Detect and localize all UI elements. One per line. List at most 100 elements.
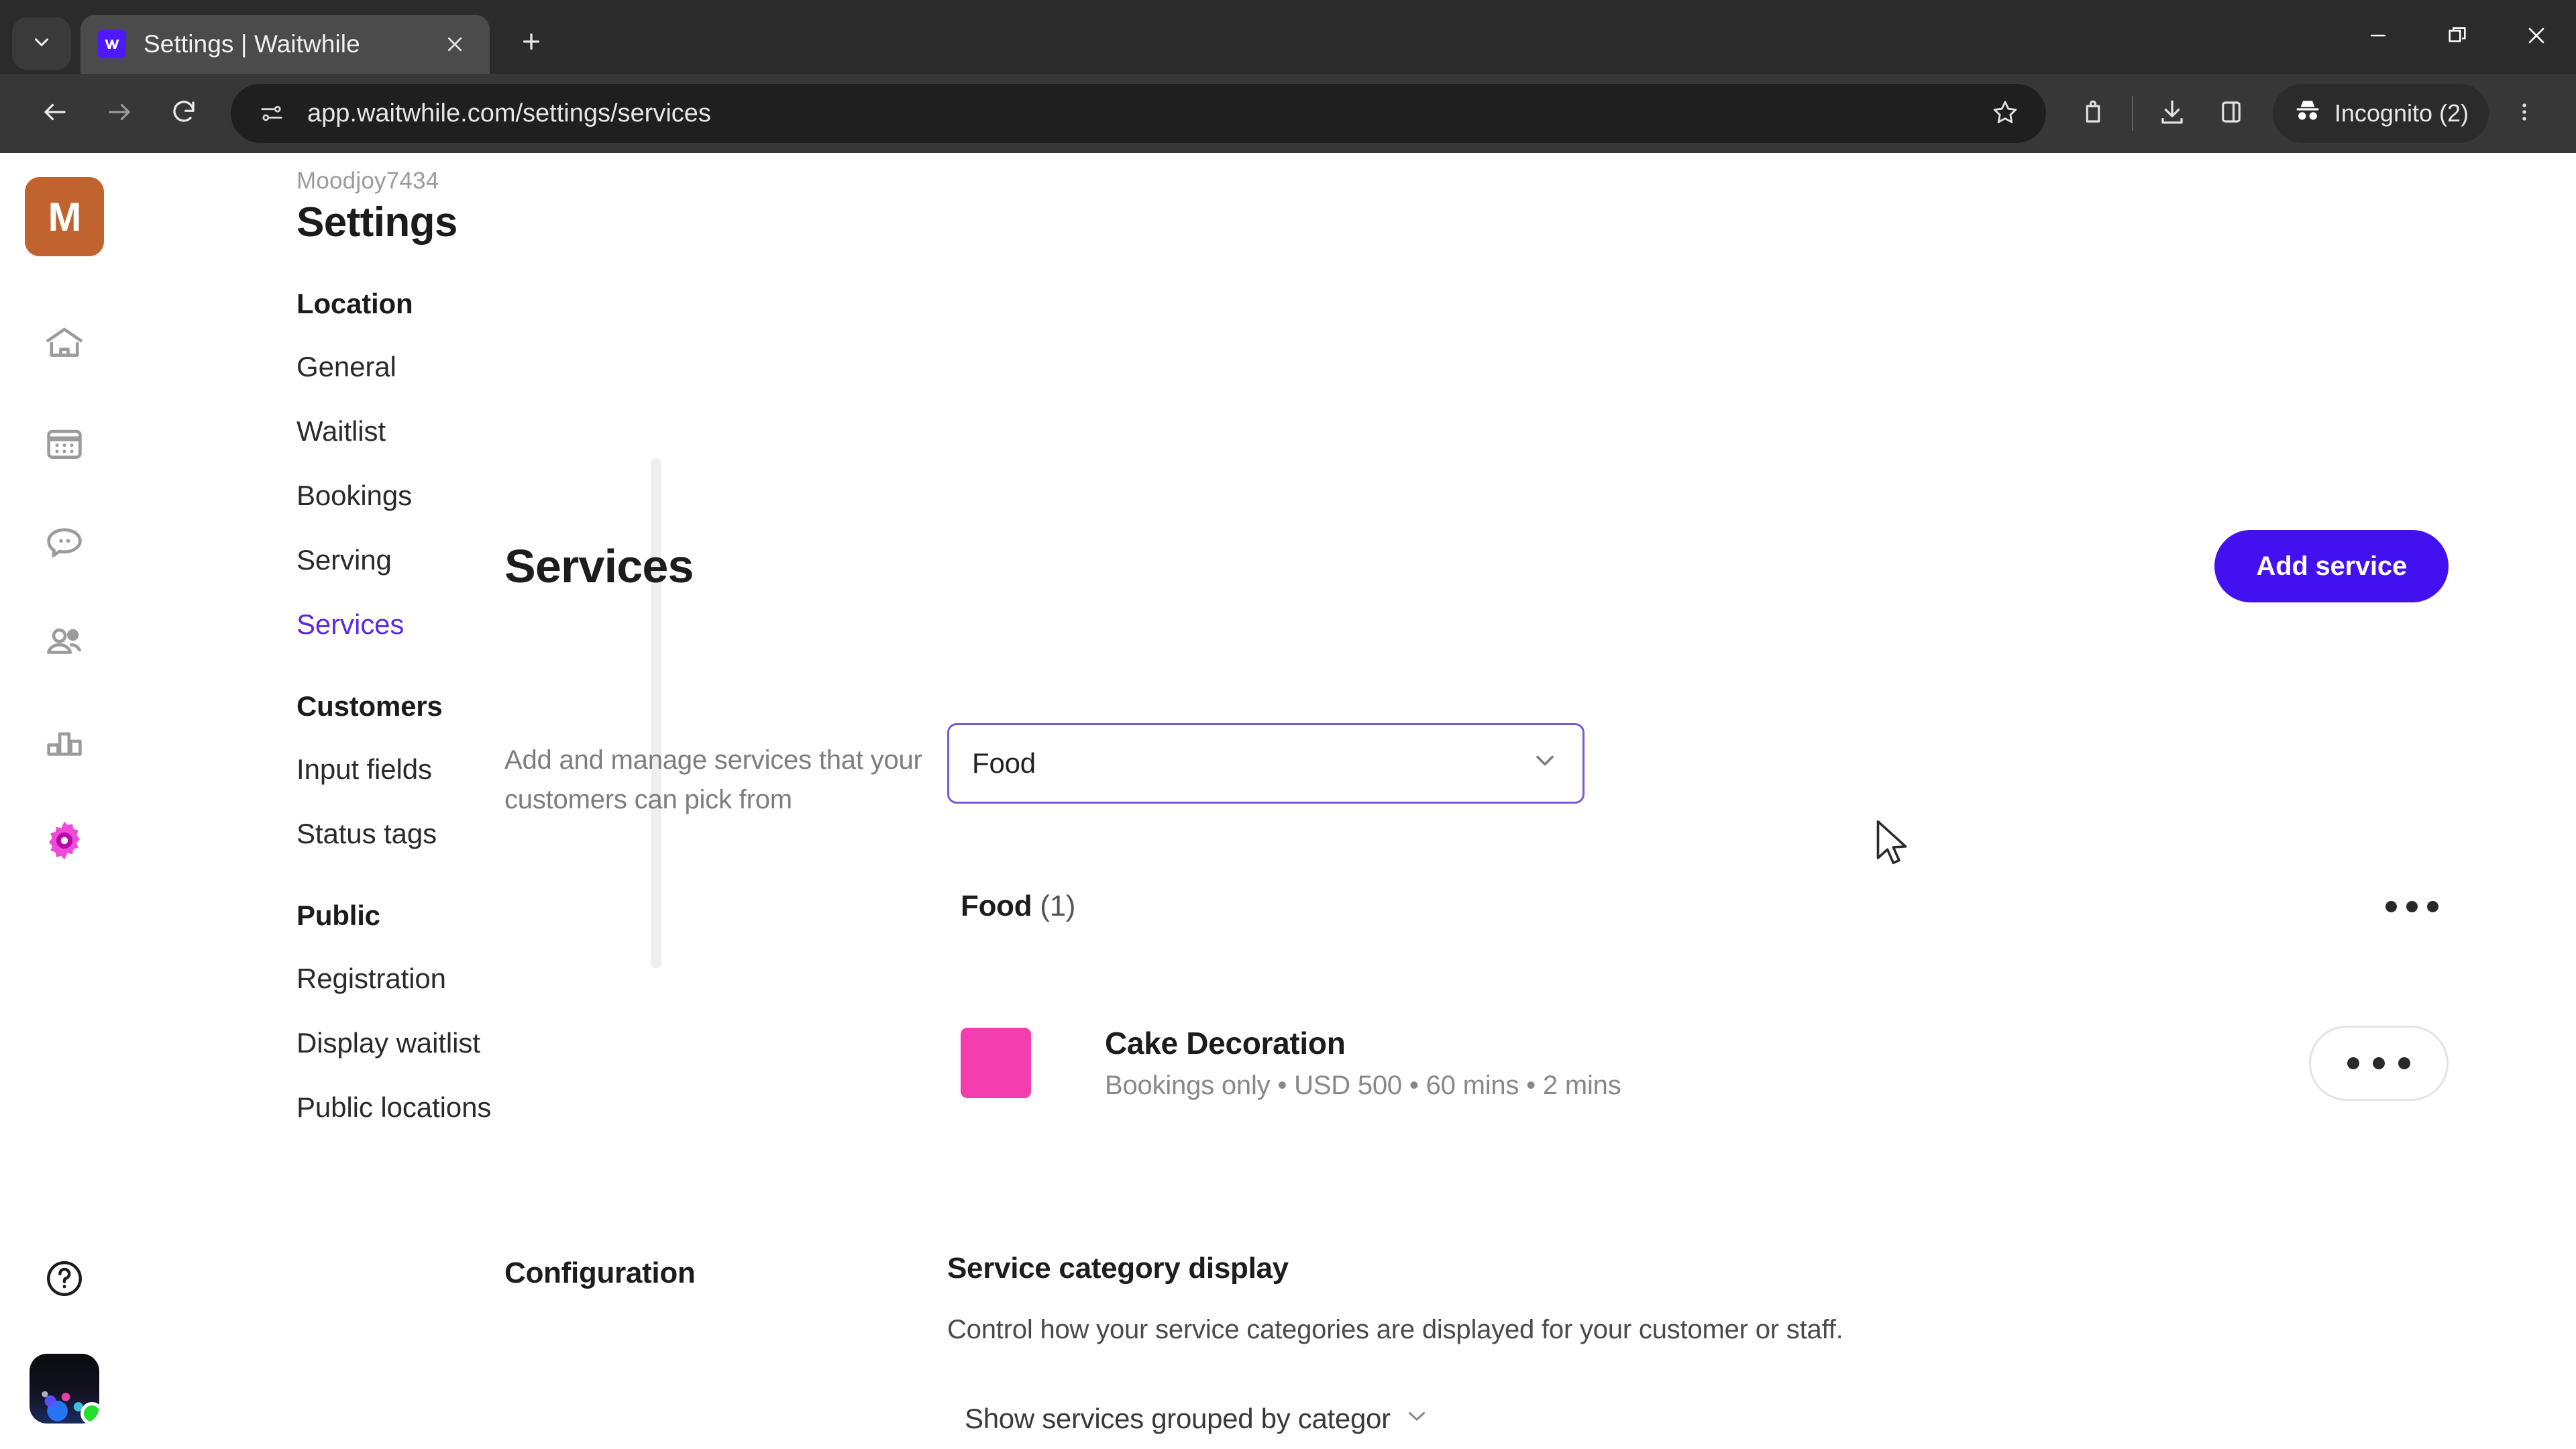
service-category-display-value: Show services grouped by categor (965, 1403, 1391, 1434)
sidebar-item-waitlist[interactable]: Waitlist (297, 415, 386, 447)
main-content: Services Add service Add and manage serv… (504, 153, 2576, 1449)
service-color-swatch (961, 1028, 1031, 1098)
help-button[interactable] (32, 1248, 97, 1312)
toolbar-divider (2131, 96, 2133, 131)
services-heading: Services (504, 540, 694, 592)
avatar[interactable] (30, 1354, 99, 1424)
tab-search-button[interactable] (12, 17, 71, 70)
rail-item-messages[interactable] (28, 507, 101, 581)
service-item-text: Cake Decoration Bookings only • USD 500 … (1105, 1025, 1621, 1101)
bookmark-button[interactable] (1983, 91, 2027, 136)
reload-icon (170, 98, 198, 129)
browser-window: Settings | Waitwhile app.waitwhile.com/s… (0, 0, 2576, 1449)
rail-item-home[interactable] (28, 309, 101, 382)
chevron-down-icon (1530, 745, 1560, 782)
settings-nav-list: Location General Waitlist Bookings Servi… (129, 288, 504, 1449)
settings-nav-header: Moodjoy7434 Settings (0, 168, 504, 246)
reload-button[interactable] (152, 81, 216, 146)
chevron-down-icon (30, 31, 53, 57)
browser-toolbar: app.waitwhile.com/settings/services Inco… (0, 74, 2576, 153)
page-title: Settings (297, 199, 458, 246)
configuration-title: Service category display (947, 1252, 1289, 1285)
rail-item-customers[interactable] (28, 606, 101, 680)
url-text: app.waitwhile.com/settings/services (307, 99, 711, 127)
service-name: Cake Decoration (1105, 1026, 1346, 1061)
star-icon (1992, 99, 2019, 129)
profile-chip[interactable]: Incognito (2) (2272, 84, 2489, 143)
browser-menu-button[interactable] (2496, 84, 2553, 143)
three-dot-menu-icon (2513, 101, 2536, 127)
rail-item-calendar[interactable] (28, 408, 101, 482)
sidebar-item-serving[interactable]: Serving (297, 544, 392, 576)
maximize-icon (2446, 24, 2469, 50)
service-meta: Bookings only • USD 500 • 60 mins • 2 mi… (1105, 1071, 1621, 1100)
nav-group-customers: Customers (297, 690, 443, 722)
incognito-icon (2293, 96, 2334, 131)
minimize-button[interactable] (2339, 0, 2418, 74)
sidebar-item-general[interactable]: General (297, 351, 396, 383)
configuration-body: Service category display Control how you… (947, 1252, 2449, 1449)
mouse-cursor (1874, 819, 1912, 867)
sidebar-item-bookings[interactable]: Bookings (297, 480, 412, 512)
sidebar-item-services[interactable]: Services (297, 608, 404, 641)
category-menu-button[interactable] (2375, 883, 2449, 930)
address-bar[interactable]: app.waitwhile.com/settings/services (231, 84, 2046, 143)
left-rail: M (0, 153, 129, 1449)
settings-nav: Moodjoy7434 Settings Location General Wa… (129, 153, 661, 1449)
forward-arrow-icon (105, 98, 133, 129)
nav-group-location: Location (297, 288, 413, 319)
rail-item-analytics[interactable] (28, 706, 101, 780)
sidebar-item-status-tags[interactable]: Status tags (297, 818, 437, 850)
service-menu-button[interactable] (2309, 1025, 2449, 1101)
site-settings-icon[interactable] (254, 95, 290, 131)
window-close-button[interactable] (2497, 0, 2576, 74)
nav-group-public: Public (297, 900, 380, 931)
chevron-down-icon (1391, 1401, 1431, 1436)
extensions-button[interactable] (2063, 84, 2123, 143)
forward-button[interactable] (87, 81, 152, 146)
category-group-row: Food (1) (961, 883, 2449, 930)
three-dot-menu-icon (2347, 1057, 2359, 1069)
category-group-name: Food (1) (961, 890, 1075, 923)
browser-titlebar: Settings | Waitwhile (0, 0, 2576, 74)
service-item-left: Cake Decoration Bookings only • USD 500 … (961, 1025, 1621, 1101)
app-body: M Moodjoy7434 Settings Location General … (0, 153, 2576, 1449)
service-list-item[interactable]: Cake Decoration Bookings only • USD 500 … (961, 1025, 2449, 1101)
side-panel-button[interactable] (2202, 84, 2261, 143)
category-select[interactable]: Food (947, 723, 1585, 804)
home-icon (42, 322, 87, 370)
sidebar-item-public-locations[interactable]: Public locations (297, 1091, 491, 1124)
configuration-description: Control how your service categories are … (947, 1315, 1843, 1344)
profile-label: Incognito (2) (2334, 99, 2469, 127)
side-panel-icon (2217, 98, 2245, 129)
browser-tab[interactable]: Settings | Waitwhile (80, 15, 490, 74)
window-close-icon (2525, 24, 2548, 50)
back-button[interactable] (23, 81, 87, 146)
window-controls (2339, 0, 2576, 74)
gear-icon (42, 818, 87, 866)
new-tab-button[interactable] (506, 17, 557, 68)
sidebar-item-input-fields[interactable]: Input fields (297, 753, 432, 786)
org-name: Moodjoy7434 (297, 168, 439, 194)
three-dot-menu-icon (2385, 900, 2397, 912)
calendar-icon (42, 421, 87, 469)
status-badge (80, 1402, 99, 1424)
tab-strip: Settings | Waitwhile (0, 0, 557, 74)
people-icon (42, 620, 87, 667)
category-select-value: Food (972, 747, 1036, 779)
rail-item-settings[interactable] (28, 805, 101, 879)
sidebar-item-registration[interactable]: Registration (297, 963, 446, 995)
close-icon[interactable] (437, 27, 472, 62)
waitwhile-logo-icon (98, 30, 126, 58)
category-group-label: Food (961, 890, 1032, 922)
bar-chart-icon (42, 719, 87, 767)
sidebar-item-display-waitlist[interactable]: Display waitlist (297, 1027, 480, 1059)
chat-bubble-icon (42, 521, 87, 568)
add-service-button[interactable]: Add service (2214, 530, 2449, 602)
category-group-count: (1) (1040, 890, 1076, 922)
service-category-display-select[interactable]: Show services grouped by categor (947, 1387, 1450, 1449)
services-description: Add and manage services that your custom… (504, 745, 922, 815)
downloads-button[interactable] (2143, 84, 2202, 143)
maximize-button[interactable] (2418, 0, 2497, 74)
download-icon (2158, 98, 2186, 129)
